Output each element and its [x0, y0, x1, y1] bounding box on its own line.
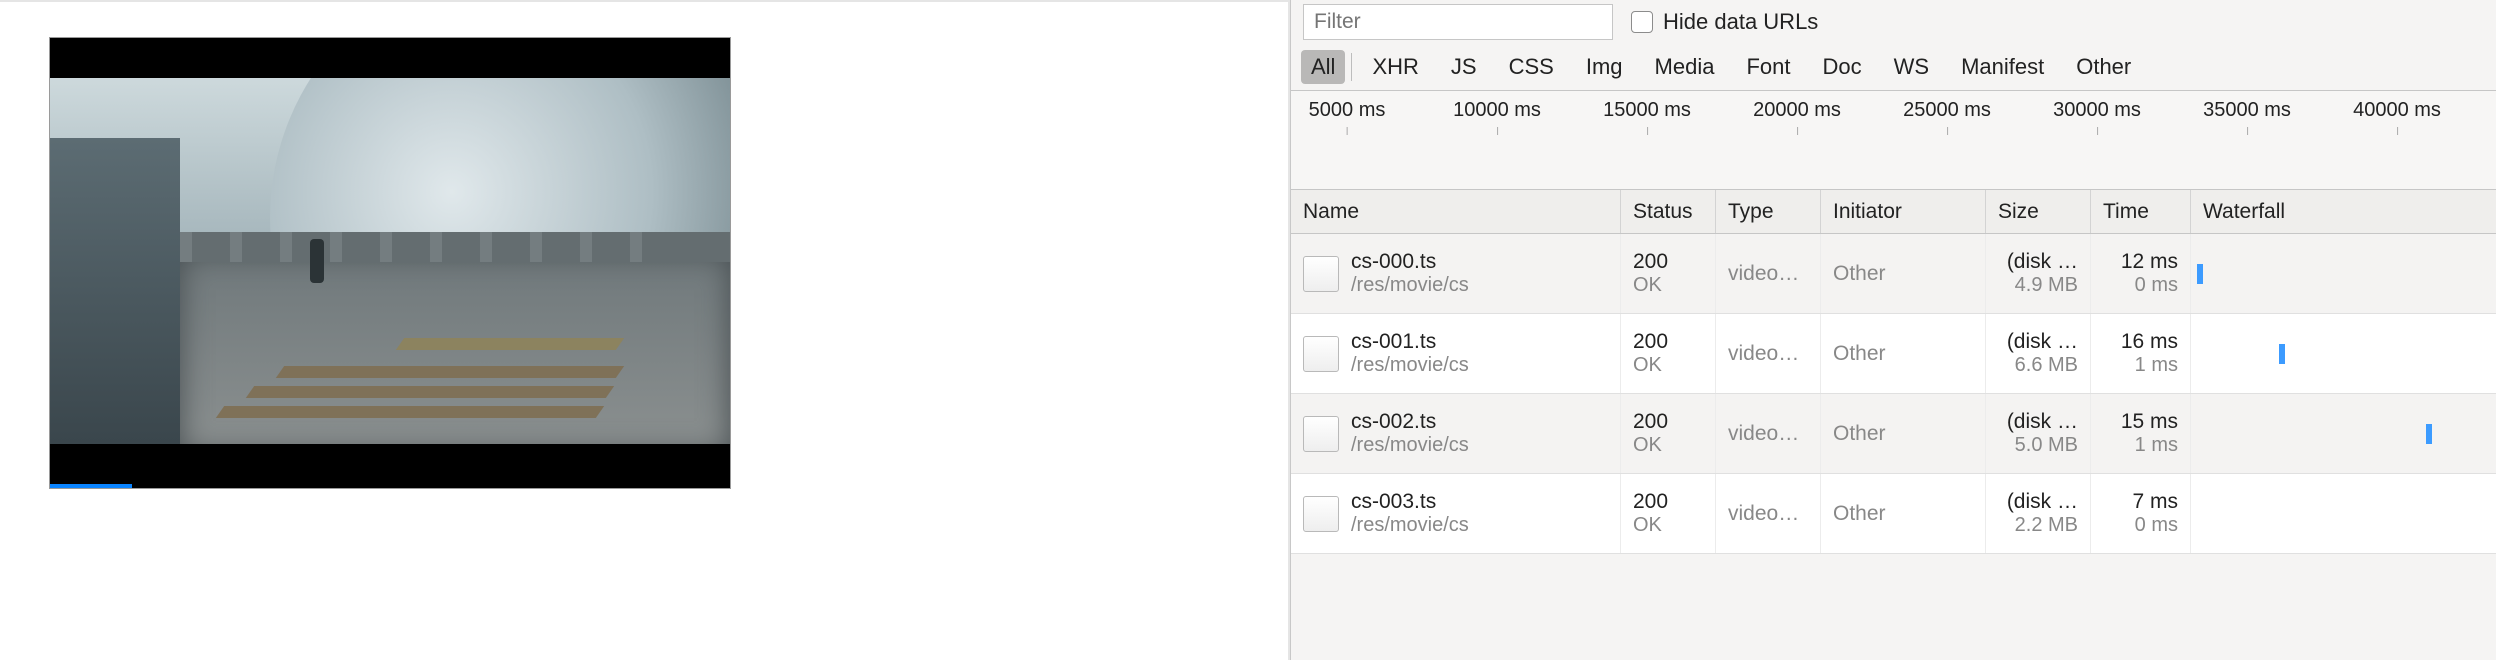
table-row[interactable]: cs-001.ts/res/movie/cs200OKvideo…Other(d… — [1291, 314, 2496, 394]
type-filter-js[interactable]: JS — [1441, 50, 1487, 84]
checkbox-label: Hide data URLs — [1663, 9, 1818, 35]
type-filter-ws[interactable]: WS — [1884, 50, 1939, 84]
cell-status: 200OK — [1621, 474, 1716, 553]
cell-initiator: Other — [1821, 394, 1986, 473]
request-path: /res/movie/cs — [1351, 354, 1469, 377]
network-filter-toolbar: Hide data URLs — [1291, 0, 2496, 44]
waterfall-bar — [2197, 264, 2203, 284]
file-icon — [1303, 256, 1339, 292]
waterfall-bar — [2279, 344, 2285, 364]
table-row[interactable]: cs-000.ts/res/movie/cs200OKvideo…Other(d… — [1291, 234, 2496, 314]
waterfall-bar — [2426, 424, 2432, 444]
cell-waterfall — [2191, 394, 2496, 473]
request-name: cs-003.ts — [1351, 490, 1469, 514]
column-header-size[interactable]: Size — [1986, 190, 2091, 233]
timeline-tick: 10000 ms — [1453, 99, 1541, 122]
timeline-tick: 15000 ms — [1603, 99, 1691, 122]
separator — [1351, 53, 1352, 81]
cell-size: (disk …2.2 MB — [1986, 474, 2091, 553]
file-icon — [1303, 496, 1339, 532]
timeline-tick: 5000 ms — [1309, 99, 1386, 122]
table-row[interactable]: cs-003.ts/res/movie/cs200OKvideo…Other(d… — [1291, 474, 2496, 554]
cell-name: cs-001.ts/res/movie/cs — [1291, 314, 1621, 393]
type-filter-media[interactable]: Media — [1645, 50, 1725, 84]
request-path: /res/movie/cs — [1351, 434, 1469, 457]
cell-type: video… — [1716, 314, 1821, 393]
request-path: /res/movie/cs — [1351, 514, 1469, 537]
cell-initiator: Other — [1821, 234, 1986, 313]
cell-name: cs-003.ts/res/movie/cs — [1291, 474, 1621, 553]
type-filter-font[interactable]: Font — [1736, 50, 1800, 84]
hide-data-urls-checkbox[interactable]: Hide data URLs — [1631, 9, 1818, 35]
network-type-filter-bar: All XHR JS CSS Img Media Font Doc WS Manifest Othe… — [1291, 44, 2496, 90]
table-row[interactable]: cs-002.ts/res/movie/cs200OKvideo…Other(d… — [1291, 394, 2496, 474]
network-table-header: Name Status Type Initiator Size Time Wat… — [1291, 190, 2496, 234]
video-letterbox — [50, 444, 730, 484]
file-icon — [1303, 416, 1339, 452]
cell-time: 16 ms1 ms — [2091, 314, 2191, 393]
file-icon — [1303, 336, 1339, 372]
cell-waterfall — [2191, 234, 2496, 313]
column-header-type[interactable]: Type — [1716, 190, 1821, 233]
cell-waterfall — [2191, 474, 2496, 553]
cell-name: cs-000.ts/res/movie/cs — [1291, 234, 1621, 313]
type-filter-css[interactable]: CSS — [1499, 50, 1564, 84]
devtools-network-panel: Hide data URLs All XHR JS CSS Img Media Font Do… — [1290, 0, 2496, 660]
cell-size: (disk …6.6 MB — [1986, 314, 2091, 393]
cell-time: 12 ms0 ms — [2091, 234, 2191, 313]
cell-type: video… — [1716, 234, 1821, 313]
cell-status: 200OK — [1621, 234, 1716, 313]
cell-type: video… — [1716, 394, 1821, 473]
column-header-time[interactable]: Time — [2091, 190, 2191, 233]
request-name: cs-000.ts — [1351, 250, 1469, 274]
type-filter-all[interactable]: All — [1301, 50, 1345, 84]
video-frame — [50, 78, 730, 444]
cell-name: cs-002.ts/res/movie/cs — [1291, 394, 1621, 473]
timeline-tick: 35000 ms — [2203, 99, 2291, 122]
column-header-status[interactable]: Status — [1621, 190, 1716, 233]
cell-initiator: Other — [1821, 474, 1986, 553]
cell-initiator: Other — [1821, 314, 1986, 393]
request-name: cs-001.ts — [1351, 330, 1469, 354]
type-filter-other[interactable]: Other — [2066, 50, 2141, 84]
app-root: Hide data URLs All XHR JS CSS Img Media Font Do… — [0, 0, 2496, 660]
timeline-tick: 40000 ms — [2353, 99, 2441, 122]
timeline-tick: 20000 ms — [1753, 99, 1841, 122]
video-player[interactable] — [50, 38, 730, 488]
cell-waterfall — [2191, 314, 2496, 393]
column-header-initiator[interactable]: Initiator — [1821, 190, 1986, 233]
filter-input[interactable] — [1303, 4, 1613, 40]
cell-type: video… — [1716, 474, 1821, 553]
cell-time: 7 ms0 ms — [2091, 474, 2191, 553]
cell-size: (disk …5.0 MB — [1986, 394, 2091, 473]
video-letterbox — [50, 38, 730, 78]
network-timeline[interactable]: 5000 ms 10000 ms 15000 ms 20000 ms 25000 ms 3… — [1291, 90, 2496, 190]
type-filter-doc[interactable]: Doc — [1812, 50, 1871, 84]
request-path: /res/movie/cs — [1351, 274, 1469, 297]
cell-time: 15 ms1 ms — [2091, 394, 2191, 473]
column-header-name[interactable]: Name — [1291, 190, 1621, 233]
checkbox-icon — [1631, 11, 1653, 33]
cell-status: 200OK — [1621, 394, 1716, 473]
timeline-tick: 30000 ms — [2053, 99, 2141, 122]
network-table-body: cs-000.ts/res/movie/cs200OKvideo…Other(d… — [1291, 234, 2496, 554]
page-content — [0, 0, 1290, 660]
type-filter-img[interactable]: Img — [1576, 50, 1633, 84]
request-name: cs-002.ts — [1351, 410, 1469, 434]
video-progress-bar[interactable] — [50, 484, 132, 488]
cell-size: (disk …4.9 MB — [1986, 234, 2091, 313]
type-filter-xhr[interactable]: XHR — [1362, 50, 1428, 84]
type-filter-manifest[interactable]: Manifest — [1951, 50, 2054, 84]
cell-status: 200OK — [1621, 314, 1716, 393]
column-header-waterfall[interactable]: Waterfall — [2191, 190, 2496, 233]
timeline-tick: 25000 ms — [1903, 99, 1991, 122]
